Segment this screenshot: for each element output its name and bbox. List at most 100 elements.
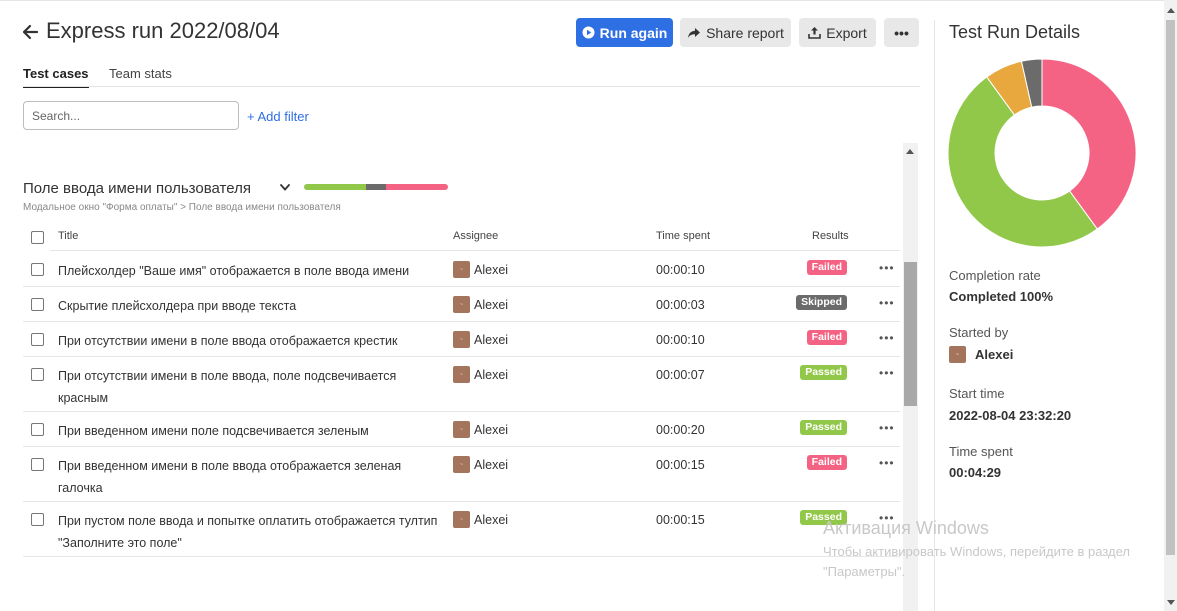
assignee: ~ Alexei <box>453 261 508 278</box>
test-case-title[interactable]: Скрытие плейсхолдера при вводе текста <box>58 295 443 317</box>
watermark-title: Активация Windows <box>823 518 989 538</box>
time-spent: 00:00:10 <box>656 263 705 277</box>
test-case-title[interactable]: При отсутствии имени в поле ввода, поле … <box>58 365 443 409</box>
result-badge: Passed <box>800 420 847 435</box>
test-case-title[interactable]: При введенном имени в поле ввода отображ… <box>58 455 443 499</box>
row-checkbox[interactable] <box>31 298 44 311</box>
assignee-name: Alexei <box>474 332 509 347</box>
test-case-title[interactable]: При введенном имени поле подсвечивается … <box>58 420 443 442</box>
suite-progress-bar <box>304 184 448 190</box>
search-input[interactable] <box>23 101 239 130</box>
select-all-checkbox[interactable] <box>31 231 44 244</box>
result-badge: Failed <box>806 330 847 345</box>
assignee: ~ Alexei <box>453 331 508 348</box>
run-again-button[interactable]: Run again <box>576 18 673 47</box>
top-border <box>0 0 1177 1</box>
watermark-text: Чтобы активировать Windows, перейдите в … <box>823 544 1130 579</box>
assignee-name: Alexei <box>474 367 509 382</box>
chevron-down-icon[interactable] <box>279 181 291 193</box>
tabs-divider <box>23 86 920 87</box>
assignee: ~ Alexei <box>453 456 508 473</box>
page-scrollbar-thumb[interactable] <box>1166 20 1175 555</box>
table-row[interactable]: При отсутствии имени в поле ввода отобра… <box>23 321 900 357</box>
table-row[interactable]: При отсутствии имени в поле ввода, поле … <box>23 356 900 412</box>
assignee-name: Alexei <box>474 297 509 312</box>
result-badge: Failed <box>806 260 847 275</box>
table-row[interactable]: Скрытие плейсхолдера при вводе текста ~ Al… <box>23 286 900 322</box>
started-by-name: Alexei <box>975 347 1014 362</box>
assignee: ~ Alexei <box>453 366 508 383</box>
column-results: Results <box>812 230 849 242</box>
details-title: Test Run Details <box>949 22 1081 42</box>
add-filter-link[interactable]: + Add filter <box>247 109 309 124</box>
row-more-icon[interactable]: ••• <box>879 331 895 345</box>
row-checkbox[interactable] <box>31 423 44 436</box>
column-time-spent: Time spent <box>656 230 711 242</box>
test-case-title[interactable]: При отсутствии имени в поле ввода отобра… <box>58 330 443 352</box>
run-again-label: Run again <box>599 24 668 41</box>
column-assignee: Assignee <box>453 230 499 242</box>
test-case-title[interactable]: Плейсхолдер "Ваше имя" отображается в по… <box>58 260 443 282</box>
test-case-title[interactable]: При пустом поле ввода и попытке оплатить… <box>58 510 443 554</box>
row-more-icon[interactable]: ••• <box>879 261 895 275</box>
table-row[interactable]: Плейсхолдер "Ваше имя" отображается в по… <box>23 251 900 287</box>
start-time-value: 2022-08-04 23:32:20 <box>949 408 1072 423</box>
completion-rate-label: Completion rate <box>949 268 1041 283</box>
page-scroll-up-icon[interactable] <box>1167 8 1175 13</box>
tab-test-cases[interactable]: Test cases <box>23 66 89 88</box>
avatar: ~ <box>453 511 470 528</box>
assignee-name: Alexei <box>474 262 509 277</box>
row-more-icon[interactable]: ••• <box>879 296 895 310</box>
row-more-icon[interactable]: ••• <box>879 366 895 380</box>
scroll-up-icon[interactable] <box>906 149 914 154</box>
row-more-icon[interactable]: ••• <box>879 456 895 470</box>
table-row[interactable]: При пустом поле ввода и попытке оплатить… <box>23 501 900 557</box>
avatar: ~ <box>453 261 470 278</box>
suite-title: Поле ввода имени пользователя <box>23 180 251 197</box>
export-label: Export <box>826 24 867 41</box>
row-checkbox[interactable] <box>31 458 44 471</box>
avatar: ~ <box>949 346 966 363</box>
windows-activation-watermark: Активация Windows Чтобы активировать Win… <box>823 518 1143 582</box>
time-spent-label: Time spent <box>949 444 1013 459</box>
time-spent: 00:00:15 <box>656 458 705 472</box>
more-options-button[interactable]: ••• <box>884 18 919 47</box>
row-checkbox[interactable] <box>31 513 44 526</box>
time-spent: 00:00:07 <box>656 368 705 382</box>
progress-skipped-segment <box>365 184 387 190</box>
assignee: ~ Alexei <box>453 511 508 528</box>
avatar: ~ <box>453 331 470 348</box>
row-checkbox[interactable] <box>31 333 44 346</box>
row-more-icon[interactable]: ••• <box>879 421 895 435</box>
back-arrow-icon[interactable] <box>21 22 39 42</box>
progress-passed-segment <box>304 184 366 190</box>
row-checkbox[interactable] <box>31 263 44 276</box>
page-scrollbar[interactable] <box>1164 0 1177 611</box>
avatar: ~ <box>453 456 470 473</box>
start-time-label: Start time <box>949 386 1005 401</box>
share-icon <box>688 27 701 38</box>
results-donut-chart <box>947 58 1137 248</box>
time-spent-value: 00:04:29 <box>949 465 1002 480</box>
tab-team-stats[interactable]: Team stats <box>109 66 172 81</box>
share-report-button[interactable]: Share report <box>680 18 791 47</box>
page-title: Express run 2022/08/04 <box>46 18 280 43</box>
table-row[interactable]: При введенном имени в поле ввода отображ… <box>23 446 900 502</box>
list-scrollbar-thumb[interactable] <box>904 262 917 406</box>
time-spent: 00:00:20 <box>656 423 705 437</box>
avatar: ~ <box>453 366 470 383</box>
table-row[interactable]: При введенном имени поле подсвечивается … <box>23 411 900 447</box>
result-badge: Skipped <box>796 295 847 310</box>
row-checkbox[interactable] <box>31 368 44 381</box>
export-icon <box>808 27 822 39</box>
share-report-label: Share report <box>706 24 784 41</box>
progress-failed-segment <box>386 184 448 190</box>
export-button[interactable]: Export <box>799 18 876 47</box>
column-title: Title <box>58 230 79 242</box>
play-icon <box>582 26 595 39</box>
started-by-value: ~ Alexei <box>949 346 1013 363</box>
avatar: ~ <box>453 421 470 438</box>
page-scroll-down-icon[interactable] <box>1167 600 1175 605</box>
completion-rate-value: Completed 100% <box>949 289 1054 304</box>
assignee-name: Alexei <box>474 457 509 472</box>
